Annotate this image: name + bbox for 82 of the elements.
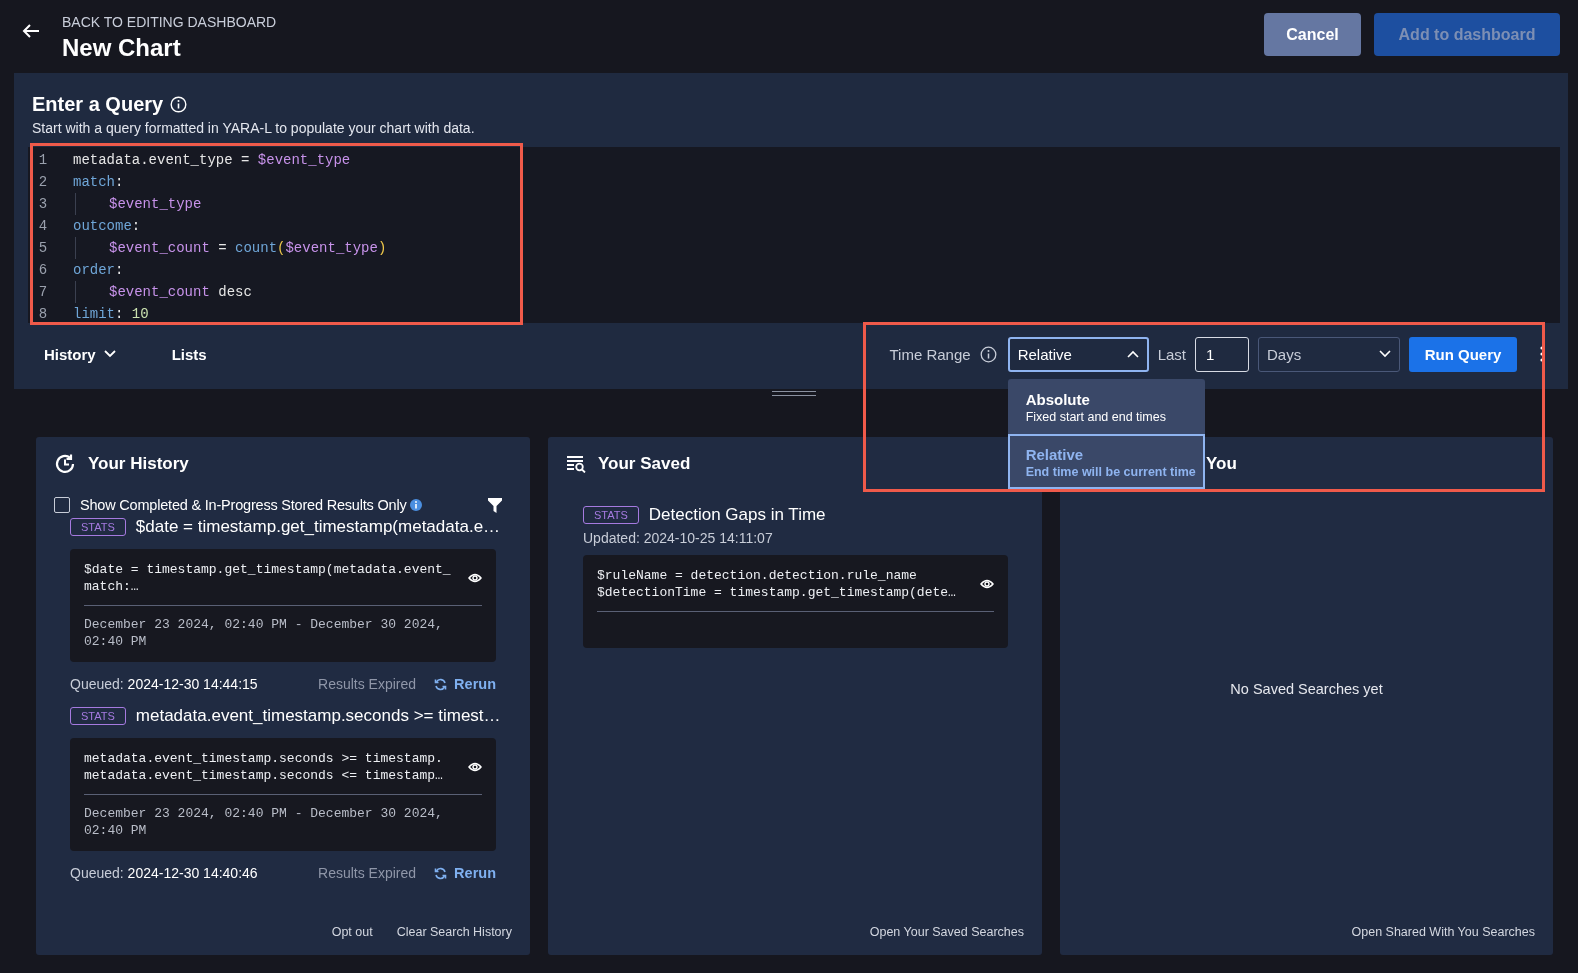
indent-guide bbox=[75, 237, 76, 259]
line-number: 6 bbox=[37, 262, 49, 278]
status-text: Results Expired bbox=[318, 865, 417, 881]
card-title: Your Saved bbox=[598, 454, 691, 474]
info-icon[interactable] bbox=[410, 499, 423, 511]
stats-tag: STATS bbox=[583, 506, 639, 524]
page-title: New Chart bbox=[62, 34, 182, 62]
last-label: Last bbox=[1157, 345, 1186, 363]
menu-option[interactable]: Relative End time will be current time bbox=[1007, 433, 1205, 489]
code-line: $event_count = count($event_type) bbox=[109, 240, 387, 256]
updated-time: Updated: 2024-10-25 14:11:07 bbox=[583, 530, 774, 546]
code-line: $event_count desc bbox=[109, 284, 252, 300]
stats-tag: STATS bbox=[70, 518, 126, 536]
time-range-text: 02:40 PM bbox=[84, 822, 148, 839]
toolbar-tab[interactable]: Lists bbox=[157, 339, 221, 369]
refresh-icon bbox=[434, 866, 448, 880]
amount-field[interactable]: 1 bbox=[1195, 336, 1249, 372]
code-line: limit: 10 bbox=[73, 306, 149, 322]
line-number: 7 bbox=[37, 284, 49, 300]
run-query-button[interactable]: Run Query bbox=[1409, 336, 1517, 372]
time-mode-select[interactable]: Relative bbox=[1007, 336, 1149, 372]
chevron-down-icon bbox=[1379, 350, 1391, 358]
chevron-icon bbox=[1126, 350, 1139, 358]
footer-link[interactable]: Clear Search History bbox=[396, 925, 512, 939]
filter-icon[interactable] bbox=[488, 497, 502, 513]
code-line: $ruleName = detection.detection.rule_name bbox=[597, 567, 918, 584]
refresh-icon bbox=[434, 677, 448, 691]
code-line: match:… bbox=[84, 578, 140, 595]
checkbox[interactable] bbox=[54, 497, 70, 513]
indent-guide bbox=[75, 281, 76, 303]
history-icon bbox=[54, 453, 76, 475]
query-title[interactable]: $date = timestamp.get_timestamp(metadata.e… bbox=[135, 517, 501, 537]
rerun-button[interactable]: Rerun bbox=[434, 676, 496, 692]
code-line: match: bbox=[73, 174, 124, 190]
eye-icon[interactable] bbox=[980, 579, 994, 589]
code-line: metadata.event_timestamp.seconds >= timestamp. bbox=[84, 750, 443, 767]
list-search-icon bbox=[566, 455, 586, 473]
query-title[interactable]: Detection Gaps in Time bbox=[648, 505, 826, 525]
queued-time: Queued: 2024-12-30 14:44:15 bbox=[70, 676, 258, 692]
code-line: $event_type bbox=[109, 196, 202, 212]
code-line: order: bbox=[73, 262, 124, 278]
card-title: You bbox=[1206, 454, 1237, 474]
query-title[interactable]: metadata.event_timestamp.seconds >= timest… bbox=[135, 706, 501, 726]
footer-link[interactable]: Open Your Saved Searches bbox=[869, 925, 1024, 939]
more-icon[interactable] bbox=[1540, 346, 1544, 362]
eye-icon[interactable] bbox=[468, 762, 482, 772]
empty-message: No Saved Searches yet bbox=[1230, 681, 1383, 697]
cancel-button[interactable]: Cancel bbox=[1264, 13, 1361, 56]
back-arrow-icon[interactable] bbox=[22, 23, 40, 39]
stats-tag: STATS bbox=[70, 707, 126, 725]
filter-label: Show Completed & In-Progress Stored Results Only bbox=[80, 497, 407, 513]
section-subtitle: Start with a query formatted in YARA-L to populate your chart with data. bbox=[31, 120, 476, 136]
eye-icon[interactable] bbox=[468, 573, 482, 583]
card-title: Your History bbox=[88, 454, 189, 474]
queued-time: Queued: 2024-12-30 14:40:46 bbox=[70, 865, 258, 881]
rerun-button[interactable]: Rerun bbox=[434, 865, 496, 881]
code-line: $detectionTime = timestamp.get_timestamp(dete… bbox=[597, 584, 956, 601]
indent-guide bbox=[75, 193, 76, 215]
resize-handle[interactable] bbox=[772, 391, 816, 396]
line-number: 1 bbox=[37, 152, 49, 168]
code-line: outcome: bbox=[73, 218, 141, 234]
time-range-text: December 23 2024, 02:40 PM - December 30 2024, bbox=[84, 805, 444, 822]
code-line: $date = timestamp.get_timestamp(metadata.event_ bbox=[84, 561, 451, 578]
line-number: 5 bbox=[37, 240, 49, 256]
time-range-text: 02:40 PM bbox=[84, 633, 148, 650]
footer-link[interactable]: Open Shared With You Searches bbox=[1351, 925, 1535, 939]
status-text: Results Expired bbox=[318, 676, 417, 692]
footer-link[interactable]: Opt out bbox=[331, 925, 373, 939]
line-number: 3 bbox=[37, 196, 49, 212]
back-link[interactable]: BACK TO EDITING DASHBOARD bbox=[62, 14, 277, 30]
code-line: metadata.event_timestamp.seconds <= timestamp… bbox=[84, 767, 443, 784]
section-title: Enter a Query bbox=[32, 93, 164, 116]
line-number: 4 bbox=[37, 218, 49, 234]
line-number: 8 bbox=[37, 306, 49, 322]
info-icon[interactable] bbox=[979, 345, 997, 363]
toolbar-tab[interactable]: History bbox=[30, 339, 130, 369]
time-range-label: Time Range bbox=[889, 345, 971, 363]
time-range-text: December 23 2024, 02:40 PM - December 30 2024, bbox=[84, 616, 444, 633]
unit-select[interactable]: Days bbox=[1258, 336, 1400, 372]
code-line: metadata.event_type = $event_type bbox=[73, 152, 351, 168]
menu-option[interactable]: Absolute Fixed start and end times bbox=[1007, 378, 1205, 434]
line-number: 2 bbox=[37, 174, 49, 190]
